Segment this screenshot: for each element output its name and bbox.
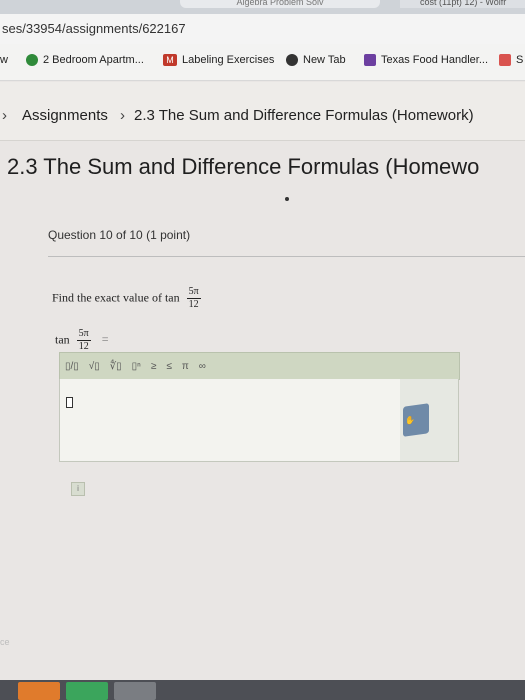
chrome-icon (286, 54, 298, 66)
exponent-button[interactable]: ▯ⁿ (127, 361, 146, 372)
bookmarks-bar: w 2 Bedroom Apartm... M Labeling Exercis… (0, 44, 525, 81)
mail-icon (499, 54, 511, 66)
bookmark-label: Texas Food Handler... (381, 54, 489, 66)
url-text: ses/33954/assignments/622167 (2, 21, 186, 36)
less-equal-button[interactable]: ≤ (161, 361, 177, 372)
taskbar (0, 680, 525, 700)
flag-icon (364, 54, 376, 66)
address-bar[interactable]: ses/33954/assignments/622167 (0, 14, 525, 44)
side-tool-button[interactable]: ✋ (403, 403, 429, 437)
fraction-numerator: 5π (186, 286, 201, 299)
browser-tab[interactable]: Algebra Problem Solv (180, 0, 380, 8)
bookmark-labeling-exercises[interactable]: M Labeling Exercises (163, 54, 274, 66)
faint-text: ce (0, 637, 10, 647)
bookmark-new-tab[interactable]: New Tab (286, 54, 346, 66)
breadcrumb-current: 2.3 The Sum and Difference Formulas (Hom… (134, 107, 474, 124)
taskbar-app-icon[interactable] (114, 682, 156, 700)
taskbar-app-icon[interactable] (18, 682, 60, 700)
bookmark-label: Labeling Exercises (182, 54, 275, 66)
answer-input[interactable] (59, 379, 401, 462)
pi-button[interactable]: π (177, 361, 194, 372)
taskbar-app-icon[interactable] (66, 682, 108, 700)
divider (48, 256, 525, 257)
sqrt-button[interactable]: √▯ (84, 361, 105, 372)
infinity-button[interactable]: ∞ (194, 361, 211, 372)
bookmark-label: S (516, 54, 524, 66)
hand-icon: ✋ (405, 415, 415, 426)
greater-equal-button[interactable]: ≥ (146, 361, 162, 372)
fraction-numerator: 5π (76, 328, 91, 341)
bookmark-w[interactable]: w (0, 54, 8, 66)
question-prompt: Find the exact value of tan 5π 12 (52, 286, 201, 311)
nth-root-button[interactable]: ∜▯ (105, 361, 127, 372)
math-toolbar: ▯/▯ √▯ ∜▯ ▯ⁿ ≥ ≤ π ∞ (59, 352, 460, 380)
answer-cursor (66, 397, 73, 408)
bookmark-s[interactable]: S (499, 54, 523, 66)
prompt-text: Find the exact value of tan (52, 290, 180, 305)
side-panel: ✋ (400, 379, 459, 462)
m-logo-icon: M (163, 54, 177, 66)
equals-sign: = (101, 332, 109, 347)
bookmark-texas-food-handler[interactable]: Texas Food Handler... (364, 54, 488, 66)
bookmark-2-bedroom[interactable]: 2 Bedroom Apartm... (26, 54, 144, 66)
bookmark-label: New Tab (303, 54, 346, 66)
fraction: 5π 12 (76, 328, 91, 353)
breadcrumb-separator: › (2, 107, 7, 124)
fraction-button[interactable]: ▯/▯ (60, 361, 84, 372)
explanation-icon[interactable]: i (71, 482, 85, 496)
page-title: 2.3 The Sum and Difference Formulas (Hom… (7, 154, 480, 179)
breadcrumb-separator: › (120, 107, 125, 124)
answer-expression: tan 5π 12 = (55, 328, 109, 353)
fraction: 5π 12 (186, 286, 201, 311)
answer-lhs: tan (55, 332, 70, 347)
bookmark-label: 2 Bedroom Apartm... (43, 54, 144, 66)
fraction-denominator: 12 (188, 299, 199, 310)
browser-tab-strip: Algebra Problem Solv cost (11pt) 12) - W… (0, 0, 525, 14)
bookmark-label: w (0, 54, 8, 66)
question-header: Question 10 of 10 (1 point) (48, 228, 191, 242)
breadcrumb: › Assignments › 2.3 The Sum and Differen… (0, 82, 525, 141)
flower-icon (26, 54, 38, 66)
dot-mark (285, 197, 289, 201)
breadcrumb-assignments-link[interactable]: Assignments (22, 107, 108, 124)
browser-tab-wolfram[interactable]: cost (11pt) 12) - Wolfr (400, 0, 525, 8)
